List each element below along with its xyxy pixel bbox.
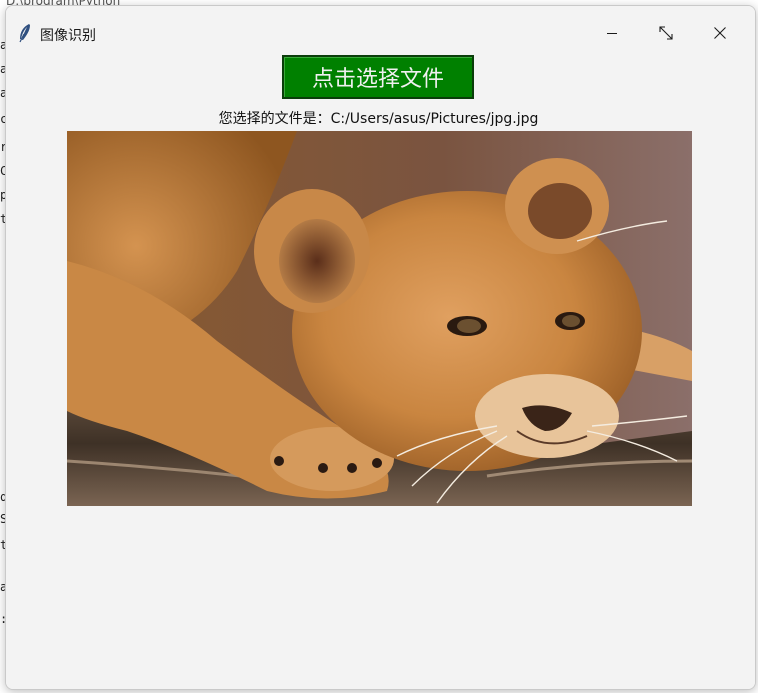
select-file-button[interactable]: 点击选择文件 <box>282 55 474 99</box>
close-icon <box>714 27 726 39</box>
preview-image <box>67 131 692 506</box>
window-content: 点击选择文件 您选择的文件是：C:/Users/asus/Pictures/jp… <box>6 50 755 689</box>
app-window: 图像识别 点击选择文件 您选择的文件是：C:/Users/asus/Pictur… <box>5 5 756 690</box>
feather-icon <box>18 23 32 43</box>
window-title: 图像识别 <box>40 28 96 44</box>
minimize-icon <box>607 33 617 34</box>
lion-cub-image <box>67 131 692 506</box>
close-button[interactable] <box>697 16 743 50</box>
selected-file-path: 您选择的文件是：C:/Users/asus/Pictures/jpg.jpg <box>218 111 539 127</box>
title-bar[interactable]: 图像识别 <box>6 6 755 50</box>
maximize-button[interactable] <box>643 16 689 50</box>
maximize-icon <box>659 26 673 40</box>
minimize-button[interactable] <box>589 16 635 50</box>
